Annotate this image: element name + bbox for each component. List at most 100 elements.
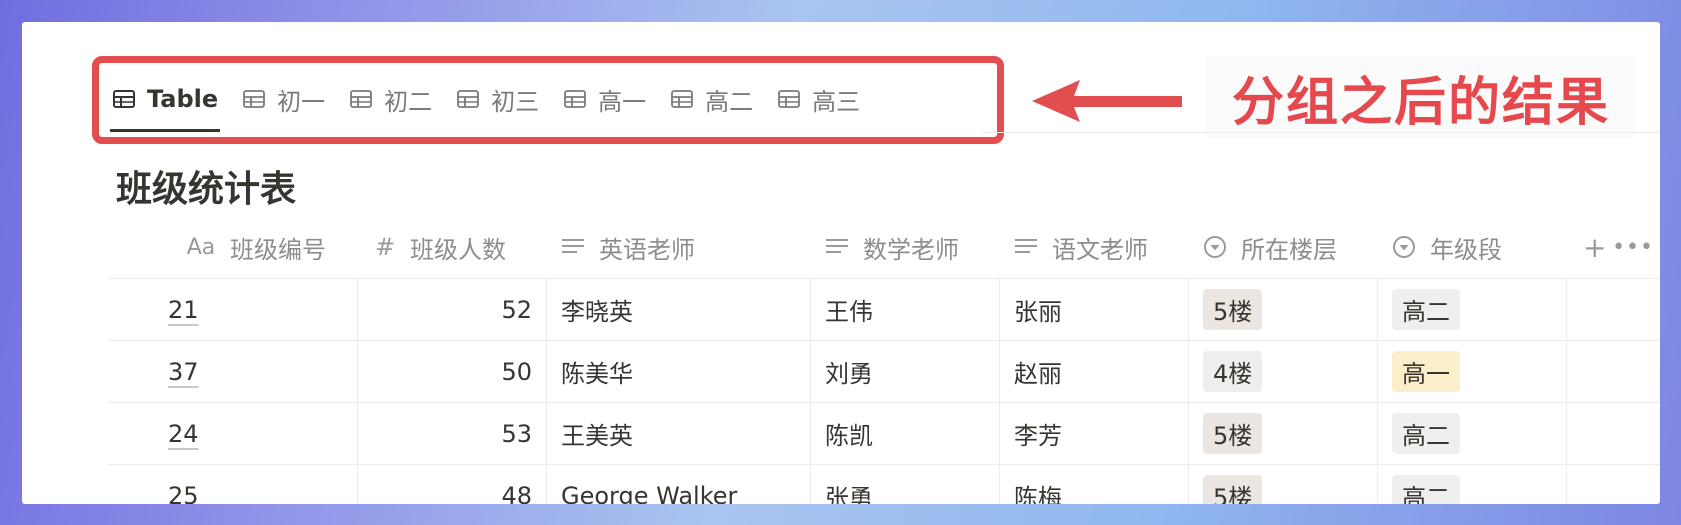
column-header-id[interactable]: Aa 班级编号 xyxy=(108,216,358,278)
cell-math-teacher-value: 陈凯 xyxy=(825,422,873,450)
cell-chinese-teacher-value: 李芳 xyxy=(1014,422,1062,450)
cell-class-count[interactable]: 50 xyxy=(358,341,547,402)
column-header-grade[interactable]: 年级段 xyxy=(1378,216,1567,278)
cell-class-count[interactable]: 53 xyxy=(358,403,547,464)
cell-chinese-teacher[interactable]: 陈梅 xyxy=(1000,465,1189,504)
tab-chu2[interactable]: 初二 xyxy=(337,60,444,138)
cell-class-id[interactable]: 37 xyxy=(108,341,358,402)
divider xyxy=(982,132,1660,133)
cell-chinese-teacher-value: 张丽 xyxy=(1014,298,1062,326)
tab-gao1[interactable]: 高一 xyxy=(551,60,658,138)
cell-math-teacher-value: 张勇 xyxy=(825,484,873,504)
cell-chinese-teacher-value: 陈梅 xyxy=(1014,484,1062,504)
cell-grade[interactable]: 高一 xyxy=(1378,341,1567,402)
column-header-english[interactable]: 英语老师 xyxy=(547,216,811,278)
plus-icon[interactable]: + xyxy=(1583,231,1606,264)
cell-chinese-teacher[interactable]: 李芳 xyxy=(1000,403,1189,464)
cell-floor-value: 5楼 xyxy=(1203,413,1263,454)
cell-grade[interactable]: 高二 xyxy=(1378,403,1567,464)
cell-class-id[interactable]: 24 xyxy=(108,403,358,464)
text-lines-icon xyxy=(825,237,851,257)
cell-floor[interactable]: 5楼 xyxy=(1189,403,1378,464)
select-icon xyxy=(1392,235,1418,259)
column-header-count[interactable]: # 班级人数 xyxy=(358,216,547,278)
cell-class-count[interactable]: 52 xyxy=(358,279,547,340)
cell-floor-value: 5楼 xyxy=(1203,475,1263,504)
cell-class-count[interactable]: 48 xyxy=(358,465,547,504)
cell-class-id-value: 37 xyxy=(168,357,199,386)
cell-class-id-value: 21 xyxy=(168,295,199,324)
cell-empty xyxy=(1567,403,1660,464)
cell-floor-value: 5楼 xyxy=(1203,289,1263,330)
column-header-floor[interactable]: 所在楼层 xyxy=(1189,216,1378,278)
tab-gao3[interactable]: 高三 xyxy=(765,60,872,138)
cell-math-teacher-value: 刘勇 xyxy=(825,360,873,388)
annotation-label: 分组之后的结果 xyxy=(1206,56,1636,138)
table-icon xyxy=(350,90,373,108)
cell-english-teacher-value: 陈美华 xyxy=(561,360,633,388)
table-icon xyxy=(243,90,266,108)
tab-gao2[interactable]: 高二 xyxy=(658,60,765,138)
cell-floor[interactable]: 5楼 xyxy=(1189,279,1378,340)
number-hash-icon: # xyxy=(374,233,396,261)
column-label: 英语老师 xyxy=(599,235,695,264)
cell-math-teacher[interactable]: 王伟 xyxy=(811,279,1000,340)
table-icon xyxy=(457,90,480,108)
cell-class-id[interactable]: 25 xyxy=(108,465,358,504)
header-actions: + ••• xyxy=(1567,216,1660,278)
column-label: 数学老师 xyxy=(863,235,959,264)
cell-english-teacher-value: 王美英 xyxy=(561,422,633,450)
cell-english-teacher[interactable]: 李晓英 xyxy=(547,279,811,340)
table-row[interactable]: 25 48 George Walker 张勇 陈梅 5楼 高二 xyxy=(108,465,1660,504)
cell-class-id-value: 25 xyxy=(168,481,199,505)
cell-grade-value: 高二 xyxy=(1392,289,1460,330)
cell-grade[interactable]: 高二 xyxy=(1378,279,1567,340)
cell-math-teacher[interactable]: 刘勇 xyxy=(811,341,1000,402)
cell-grade-value: 高一 xyxy=(1392,351,1460,392)
text-lines-icon xyxy=(1014,237,1040,257)
cell-english-teacher[interactable]: George Walker xyxy=(547,465,811,504)
column-header-chinese[interactable]: 语文老师 xyxy=(1000,216,1189,278)
column-label: 班级编号 xyxy=(230,235,326,264)
tab-label: 高一 xyxy=(598,87,647,116)
column-label: 所在楼层 xyxy=(1241,235,1337,264)
cell-empty xyxy=(1567,279,1660,340)
more-icon[interactable]: ••• xyxy=(1612,235,1654,260)
tab-chu3[interactable]: 初三 xyxy=(444,60,551,138)
table-header: Aa 班级编号 # 班级人数 英语老师 数学老师 语文老师 所在楼层 年级段 +… xyxy=(108,216,1660,279)
table-icon xyxy=(671,90,694,108)
table-icon xyxy=(113,90,135,108)
cell-math-teacher[interactable]: 张勇 xyxy=(811,465,1000,504)
cell-chinese-teacher[interactable]: 张丽 xyxy=(1000,279,1189,340)
tab-label: 初三 xyxy=(491,87,540,116)
cell-math-teacher[interactable]: 陈凯 xyxy=(811,403,1000,464)
table-row[interactable]: 21 52 李晓英 王伟 张丽 5楼 高二 xyxy=(108,279,1660,341)
table-row[interactable]: 37 50 陈美华 刘勇 赵丽 4楼 高一 xyxy=(108,341,1660,403)
cell-grade-value: 高二 xyxy=(1392,475,1460,504)
cell-floor[interactable]: 5楼 xyxy=(1189,465,1378,504)
cell-english-teacher[interactable]: 陈美华 xyxy=(547,341,811,402)
cell-grade[interactable]: 高二 xyxy=(1378,465,1567,504)
cell-math-teacher-value: 王伟 xyxy=(825,298,873,326)
text-aa-icon: Aa xyxy=(186,234,216,260)
table-row[interactable]: 24 53 王美英 陈凯 李芳 5楼 高二 xyxy=(108,403,1660,465)
column-label: 语文老师 xyxy=(1052,235,1148,264)
tab-table[interactable]: Table xyxy=(100,60,230,138)
cell-class-id-value: 24 xyxy=(168,419,199,448)
cell-class-count-value: 50 xyxy=(501,357,532,386)
cell-class-count-value: 53 xyxy=(501,419,532,448)
database-card: Table 初一 初二 初三 高一 高二 高三 分组之后的结果 班级统计表 Aa… xyxy=(22,22,1660,504)
cell-chinese-teacher[interactable]: 赵丽 xyxy=(1000,341,1189,402)
tab-chu1[interactable]: 初一 xyxy=(230,60,337,138)
table-icon xyxy=(564,90,587,108)
cell-english-teacher[interactable]: 王美英 xyxy=(547,403,811,464)
page-title: 班级统计表 xyxy=(116,169,297,210)
column-header-math[interactable]: 数学老师 xyxy=(811,216,1000,278)
tab-label: 初二 xyxy=(384,87,433,116)
cell-chinese-teacher-value: 赵丽 xyxy=(1014,360,1062,388)
cell-english-teacher-value: George Walker xyxy=(561,481,738,505)
cell-class-id[interactable]: 21 xyxy=(108,279,358,340)
text-lines-icon xyxy=(561,237,587,257)
cell-english-teacher-value: 李晓英 xyxy=(561,298,633,326)
cell-floor[interactable]: 4楼 xyxy=(1189,341,1378,402)
